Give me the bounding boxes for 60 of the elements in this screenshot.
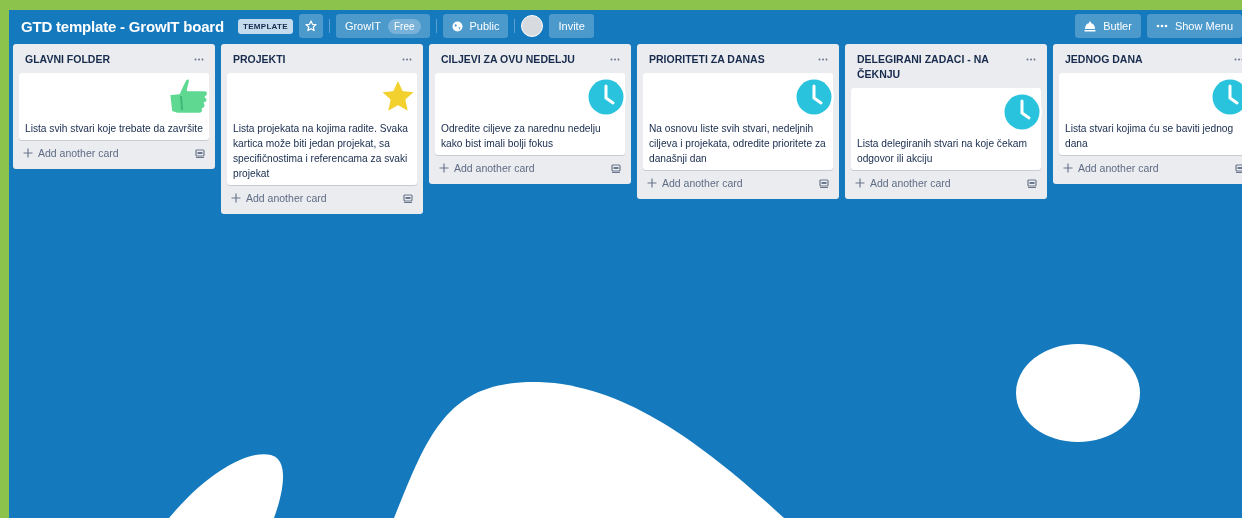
card[interactable]: Lista delegiranih stvari na koje čekam odgovor ili akciju	[851, 88, 1041, 170]
template-badge: TEMPLATE	[237, 18, 293, 34]
globe-icon	[451, 20, 463, 32]
template-button[interactable]	[401, 191, 415, 205]
board-title[interactable]: GTD template - GrowIT board	[13, 17, 232, 35]
star-icon	[304, 20, 317, 32]
plus-icon	[231, 193, 241, 203]
list-title[interactable]: DELEGIRANI ZADACI - NA ČEKNJU	[857, 52, 1026, 82]
member-avatar[interactable]	[521, 15, 544, 37]
plus-icon	[439, 163, 449, 173]
team-name: GrowIT	[344, 20, 381, 32]
clock-icon	[1001, 91, 1043, 133]
add-card-button[interactable]: Add another card	[855, 175, 951, 191]
card-template-icon	[403, 193, 413, 203]
card-text: Lista delegiranih stvari na koje čekam odgovor ili akciju	[857, 137, 1028, 166]
card-template-icon	[819, 178, 829, 188]
list-title[interactable]: JEDNOG DANA	[1065, 52, 1143, 67]
add-card-button[interactable]: Add another card	[647, 175, 743, 191]
plus-icon	[23, 148, 33, 158]
card-template-icon	[1235, 163, 1242, 173]
plan-badge: Free	[387, 18, 421, 34]
more-icon	[1234, 58, 1242, 61]
plus-icon	[1063, 163, 1073, 173]
card-text: Lista projekata na kojima radite. Svaka kartica može biti jedan projekat, sa specifičnostima i referencama za svaki projekat	[233, 122, 409, 181]
card-text: Na osnovu liste svih stvari, nedeljnih ciljeva i projekata, odredite prioritete za današnji dan	[649, 122, 827, 166]
add-card-button[interactable]: Add another card	[439, 160, 535, 176]
more-icon	[1155, 24, 1168, 28]
list-title[interactable]: CILJEVI ZA OVU NEDELJU	[441, 52, 575, 67]
more-icon	[610, 58, 620, 61]
card[interactable]: Lista projekata na kojima radite. Svaka kartica može biti jedan projekat, sa specifičnostima i referencama za svaki projekat	[227, 73, 417, 185]
star-button[interactable]	[298, 14, 323, 38]
card-template-icon	[1027, 178, 1037, 188]
plus-icon	[647, 178, 657, 188]
card-template-icon	[195, 148, 205, 158]
list-title[interactable]: PROJEKTI	[233, 52, 286, 67]
plus-icon	[855, 178, 865, 188]
card-text: Lista svih stvari koje trebate da završite	[25, 122, 203, 136]
list-title[interactable]: PRIORITETI ZA DANAS	[649, 52, 765, 67]
card[interactable]: Odredite ciljeve za narednu nedelju kako bist imali bolji fokus	[435, 73, 625, 155]
more-icon	[402, 58, 412, 61]
clock-icon	[793, 76, 835, 118]
bell-icon	[1084, 20, 1097, 32]
more-icon	[1026, 58, 1036, 61]
add-card-button[interactable]: Add another card	[1063, 160, 1159, 176]
card-text: Odredite ciljeve za narednu nedelju kako bist imali bolji fokus	[441, 122, 602, 151]
list-title[interactable]: GLAVNI FOLDER	[25, 52, 110, 67]
add-card-button[interactable]: Add another card	[231, 190, 327, 206]
card[interactable]: Na osnovu liste svih stvari, nedeljnih ciljeva i projekata, odredite prioritete za današnji dan	[643, 73, 833, 170]
more-icon	[194, 58, 204, 61]
template-button[interactable]	[193, 146, 207, 160]
more-icon	[818, 58, 828, 61]
card[interactable]: Lista stvari kojima ću se baviti jednog dana	[1059, 73, 1242, 155]
card[interactable]: Lista svih stvari koje trebate da završite	[19, 73, 209, 140]
template-button[interactable]	[1025, 176, 1039, 190]
clock-icon	[585, 76, 627, 118]
card-template-icon	[611, 163, 621, 173]
template-button[interactable]	[609, 161, 623, 175]
card-text: Lista stvari kojima ću se baviti jednog dana	[1065, 122, 1235, 151]
template-button[interactable]	[817, 176, 831, 190]
add-card-button[interactable]: Add another card	[23, 145, 119, 161]
